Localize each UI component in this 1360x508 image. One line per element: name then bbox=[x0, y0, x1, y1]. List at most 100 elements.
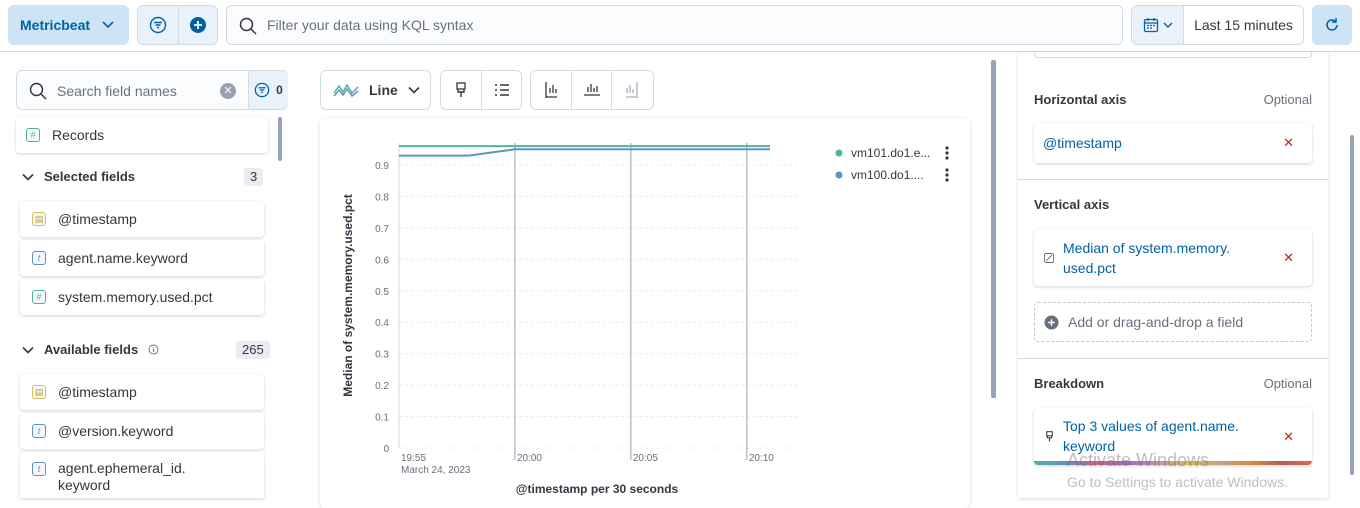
remove-icon[interactable]: ✕ bbox=[1283, 429, 1294, 445]
add-field-dropzone[interactable]: Add or drag-and-drop a field bbox=[1034, 302, 1312, 342]
string-type-icon: t bbox=[32, 251, 46, 265]
x-tick-label: 20:00 bbox=[517, 453, 542, 464]
left-axis-icon bbox=[545, 82, 557, 98]
remove-icon[interactable]: ✕ bbox=[1283, 250, 1294, 266]
chart-panel: 0 0.1 0.2 0.3 0.4 0.5 0.6 0.7 0.8 0.9 19:55 20:00 20… bbox=[320, 118, 970, 508]
search-icon bbox=[239, 17, 257, 35]
field-label: @version.keyword bbox=[58, 423, 174, 439]
plus-circle-icon bbox=[189, 17, 206, 33]
legend-menu-icon bbox=[945, 168, 949, 172]
brush-icon bbox=[456, 82, 466, 97]
number-type-icon: # bbox=[32, 290, 46, 304]
quick-menu-button[interactable] bbox=[1132, 6, 1184, 44]
time-range-label[interactable]: Last 15 minutes bbox=[1184, 6, 1303, 44]
x-tick-label: 19:55 bbox=[401, 453, 426, 464]
refresh-icon bbox=[1326, 18, 1338, 31]
available-field[interactable]: ▤ @timestamp bbox=[20, 374, 264, 410]
legend-options-button[interactable] bbox=[481, 71, 521, 109]
selected-field[interactable]: # system.memory.used.pct bbox=[20, 279, 264, 315]
refresh-button[interactable] bbox=[1312, 5, 1352, 45]
y-axis-title: Median of system.memory.used.pct bbox=[341, 194, 355, 397]
chart-type-select[interactable]: Line bbox=[320, 70, 431, 110]
kql-search-input[interactable]: Filter your data using KQL syntax bbox=[226, 5, 1123, 45]
field-search-input[interactable]: Search field names ✕ 0 bbox=[16, 70, 288, 110]
divider bbox=[1018, 179, 1328, 180]
right-axis-icon bbox=[625, 82, 638, 98]
y-tick-label: 0 bbox=[383, 444, 389, 455]
clear-icon[interactable]: ✕ bbox=[220, 83, 236, 99]
number-type-icon: # bbox=[26, 128, 40, 142]
legend-menu-icon bbox=[945, 173, 949, 177]
add-filter-button[interactable] bbox=[177, 6, 218, 44]
legend-swatch bbox=[835, 171, 843, 179]
legend-menu-icon bbox=[945, 151, 949, 155]
field-list-scrollbar[interactable] bbox=[278, 117, 282, 161]
dataview-picker-button[interactable]: Metricbeat bbox=[8, 5, 129, 45]
available-fields-toggle[interactable]: Available fields bbox=[22, 342, 159, 357]
selected-fields-title: Selected fields bbox=[44, 169, 136, 184]
remove-icon[interactable]: ✕ bbox=[1283, 135, 1294, 151]
string-type-icon: t bbox=[32, 462, 46, 476]
optional-label: Optional bbox=[1263, 92, 1312, 107]
legend-label: vm101.do1.e... bbox=[851, 146, 930, 160]
chevron-down-icon bbox=[102, 21, 114, 29]
chevron-down-icon bbox=[408, 86, 420, 94]
legend-menu-icon bbox=[945, 156, 949, 160]
vertical-axis-dimension[interactable]: Median of system.memory. used.pct ✕ bbox=[1034, 229, 1312, 286]
y-tick-label: 0.3 bbox=[375, 350, 389, 361]
x-tick-label: 20:10 bbox=[749, 453, 774, 464]
filter-icon bbox=[254, 82, 270, 98]
field-label: @timestamp bbox=[58, 211, 137, 227]
available-field[interactable]: t agent.ephemeral_id. keyword bbox=[20, 452, 264, 498]
chart-type-label: Line bbox=[369, 82, 398, 98]
selected-field[interactable]: t agent.name.keyword bbox=[20, 240, 264, 276]
workspace-scrollbar[interactable] bbox=[991, 60, 996, 398]
top-bar: Metricbeat Filter your data using KQL sy… bbox=[0, 0, 1360, 52]
y-tick-label: 0.1 bbox=[375, 413, 389, 424]
y-tick-label: 0.7 bbox=[375, 224, 389, 235]
available-count-badge: 265 bbox=[236, 341, 270, 359]
config-panel-scrollbar[interactable] bbox=[1350, 135, 1354, 475]
formula-icon bbox=[1044, 252, 1054, 263]
time-picker: Last 15 minutes bbox=[1131, 5, 1304, 45]
add-field-label: Add or drag-and-drop a field bbox=[1068, 314, 1244, 330]
vertical-axis-title: Vertical axis bbox=[1034, 197, 1110, 212]
legend-menu-icon bbox=[945, 178, 949, 182]
plus-circle-icon bbox=[1044, 314, 1059, 330]
legend-swatch bbox=[835, 149, 843, 157]
legend-menu-icon bbox=[945, 146, 949, 150]
breakdown-title: Breakdown bbox=[1034, 376, 1105, 391]
available-field[interactable]: t @version.keyword bbox=[20, 413, 264, 449]
field-records[interactable]: # Records bbox=[16, 117, 268, 153]
chevron-down-icon bbox=[22, 173, 34, 181]
available-fields-title: Available fields bbox=[44, 342, 139, 357]
date-type-icon: ▤ bbox=[32, 385, 46, 399]
search-icon bbox=[29, 82, 47, 100]
query-button-group bbox=[137, 5, 218, 45]
dimension-label: @timestamp bbox=[1043, 135, 1122, 151]
field-label: Records bbox=[52, 127, 105, 143]
chevron-down-icon bbox=[22, 346, 34, 354]
selected-count-badge: 3 bbox=[244, 168, 264, 186]
activation-watermark-text: Go to Settings to activate Windows. bbox=[1067, 474, 1288, 490]
bottom-axis-button[interactable] bbox=[571, 71, 611, 109]
visual-options-button[interactable] bbox=[441, 71, 481, 109]
right-axis-button[interactable] bbox=[611, 71, 651, 109]
string-type-icon: t bbox=[32, 424, 46, 438]
info-icon[interactable] bbox=[148, 344, 159, 355]
selected-fields-toggle[interactable]: Selected fields bbox=[22, 169, 135, 184]
dataview-label: Metricbeat bbox=[20, 17, 91, 33]
date-type-icon: ▤ bbox=[32, 212, 46, 226]
horizontal-axis-dimension[interactable]: @timestamp ✕ bbox=[1034, 123, 1312, 163]
selected-field[interactable]: ▤ @timestamp bbox=[20, 201, 264, 237]
config-panel-top-field bbox=[1034, 52, 1312, 58]
list-icon bbox=[494, 84, 509, 96]
line-chart[interactable]: 0 0.1 0.2 0.3 0.4 0.5 0.6 0.7 0.8 0.9 19:55 20:00 20… bbox=[320, 118, 970, 498]
x-tick-sublabel: March 24, 2023 bbox=[401, 465, 471, 476]
left-axis-button[interactable] bbox=[531, 71, 571, 109]
field-label: system.memory.used.pct bbox=[58, 289, 213, 305]
calendar-icon bbox=[1143, 18, 1158, 33]
filter-menu-button[interactable] bbox=[138, 6, 178, 44]
y-tick-label: 0.6 bbox=[375, 255, 389, 266]
field-filter-button[interactable]: 0 bbox=[248, 71, 288, 109]
